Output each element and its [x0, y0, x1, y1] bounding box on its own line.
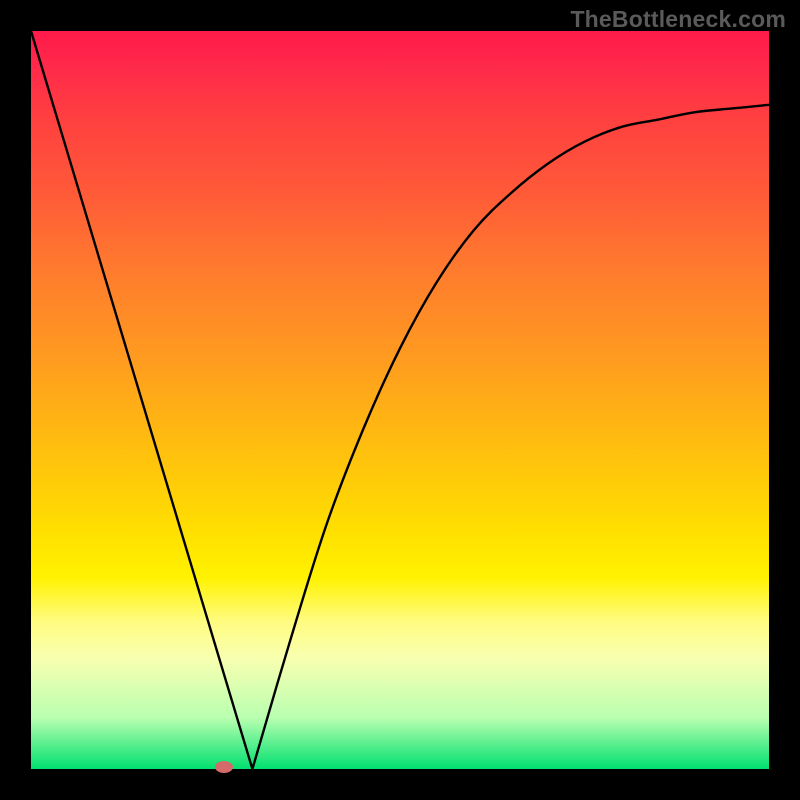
watermark-text: TheBottleneck.com	[570, 6, 786, 33]
minimum-marker	[215, 761, 233, 773]
chart-area	[31, 31, 769, 769]
bottleneck-curve	[31, 31, 769, 769]
